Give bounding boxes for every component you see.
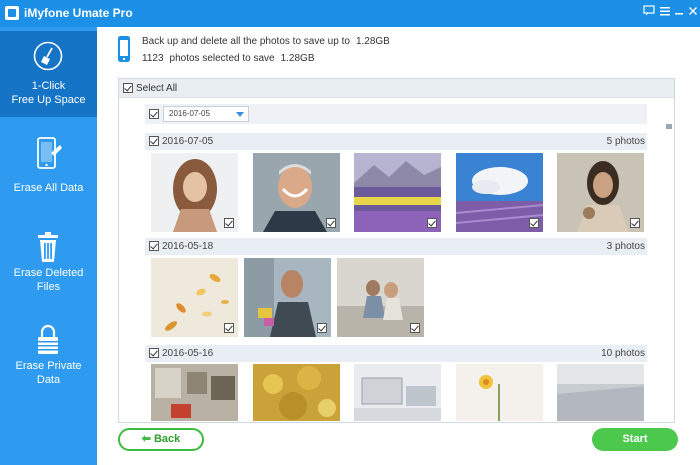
single-flower-photo	[456, 364, 543, 421]
broom-icon	[33, 41, 63, 71]
photo-checkbox[interactable]	[427, 218, 437, 228]
summary-header: Back up and delete all the photos to sav…	[97, 27, 700, 72]
phone-erase-icon	[37, 137, 62, 169]
trash-icon	[38, 232, 58, 262]
photo-checkbox[interactable]	[529, 218, 539, 228]
interior-room-photo	[151, 364, 238, 421]
scrollbar-thumb[interactable]	[666, 124, 672, 129]
date-filter-row: 2016-07-05	[145, 104, 647, 124]
select-all-checkbox[interactable]	[123, 83, 133, 93]
photo-thumbnail[interactable]	[456, 153, 543, 232]
sidebar-item-label: Erase Deleted Files	[13, 267, 84, 293]
save-size: 1.28GB	[355, 36, 390, 47]
gray-texture-photo	[557, 364, 644, 421]
photo-thumbnail[interactable]	[253, 153, 340, 232]
desk-laptop-photo	[354, 364, 441, 421]
photo-checkbox[interactable]	[326, 218, 336, 228]
photo-thumbnail[interactable]	[337, 258, 424, 337]
phone-icon	[118, 36, 130, 62]
sidebar-item-label: Erase All Data	[13, 182, 84, 194]
photo-group-header: 2016-07-05 5 photos	[145, 133, 647, 150]
photo-thumbnail[interactable]	[253, 364, 340, 421]
sidebar-item-erase-private-data[interactable]: Erase Private Data	[0, 317, 97, 397]
group-photo-count: 10 photos	[601, 348, 645, 359]
sidebar-item-erase-deleted-files[interactable]: Erase Deleted Files	[0, 222, 97, 302]
group-date: 2016-07-05	[162, 136, 214, 147]
photo-checkbox[interactable]	[410, 323, 420, 333]
app-logo-icon	[5, 6, 19, 20]
lock-icon	[38, 324, 58, 354]
menu-icon[interactable]	[658, 3, 672, 21]
date-filter-checkbox[interactable]	[149, 109, 159, 119]
summary-text: Back up and delete all the photos to sav…	[142, 36, 350, 47]
back-button-label: Back	[153, 433, 181, 445]
sidebar-item-free-up-space[interactable]: 1-Click Free Up Space	[0, 31, 97, 117]
back-arrow-icon: ⬅	[141, 433, 151, 445]
app-title: iMyfone Umate Pro	[24, 6, 133, 20]
close-icon[interactable]	[686, 3, 700, 21]
photo-thumbnail[interactable]	[354, 364, 441, 421]
photo-checkbox[interactable]	[630, 218, 640, 228]
group-checkbox[interactable]	[149, 136, 159, 146]
chevron-down-icon	[236, 112, 244, 117]
photo-checkbox[interactable]	[224, 323, 234, 333]
group-photo-count: 5 photos	[606, 136, 645, 147]
yellow-flowers-photo	[253, 364, 340, 421]
photo-checkbox[interactable]	[224, 218, 234, 228]
photo-count: 1123	[142, 53, 164, 64]
photo-thumbnail[interactable]	[151, 258, 238, 337]
group-checkbox[interactable]	[149, 348, 159, 358]
summary-line-2: 1123 photos selected to save 1.28GB	[142, 53, 315, 64]
photo-group-header: 2016-05-16 10 photos	[145, 345, 647, 362]
select-all-label[interactable]: Select All	[136, 83, 177, 94]
sidebar: 1-Click Free Up Space Erase All Data Era…	[0, 27, 97, 465]
photo-thumbnail[interactable]	[557, 364, 644, 421]
start-button[interactable]: Start	[592, 428, 678, 451]
photo-thumbnail[interactable]	[244, 258, 331, 337]
photo-thumbnail[interactable]	[557, 153, 644, 232]
photo-thumbnail[interactable]	[354, 153, 441, 232]
group-photo-count: 3 photos	[606, 241, 645, 252]
photo-thumbnail[interactable]	[151, 364, 238, 421]
title-bar: iMyfone Umate Pro	[0, 0, 700, 27]
back-button[interactable]: ⬅ Back	[118, 428, 204, 451]
sidebar-item-erase-all-data[interactable]: Erase All Data	[0, 127, 97, 207]
group-date: 2016-05-16	[162, 348, 214, 359]
summary-line-1: Back up and delete all the photos to sav…	[142, 36, 390, 47]
group-date: 2016-05-18	[162, 241, 214, 252]
date-filter-select[interactable]: 2016-07-05	[163, 106, 249, 122]
start-button-label: Start	[622, 433, 648, 445]
group-checkbox[interactable]	[149, 241, 159, 251]
photo-thumbnail[interactable]	[151, 153, 238, 232]
sidebar-item-label: Erase Private Data	[15, 360, 82, 386]
select-all-bar: Select All	[119, 79, 674, 98]
sidebar-item-label: 1-Click Free Up Space	[11, 80, 86, 106]
summary-text: photos selected to save	[169, 53, 275, 64]
photo-thumbnail[interactable]	[456, 364, 543, 421]
photo-checkbox[interactable]	[317, 323, 327, 333]
minimize-icon[interactable]	[672, 3, 686, 21]
chat-icon[interactable]	[642, 3, 656, 21]
selected-size: 1.28GB	[280, 53, 315, 64]
photo-group-header: 2016-05-18 3 photos	[145, 238, 647, 255]
date-filter-value: 2016-07-05	[169, 109, 210, 118]
